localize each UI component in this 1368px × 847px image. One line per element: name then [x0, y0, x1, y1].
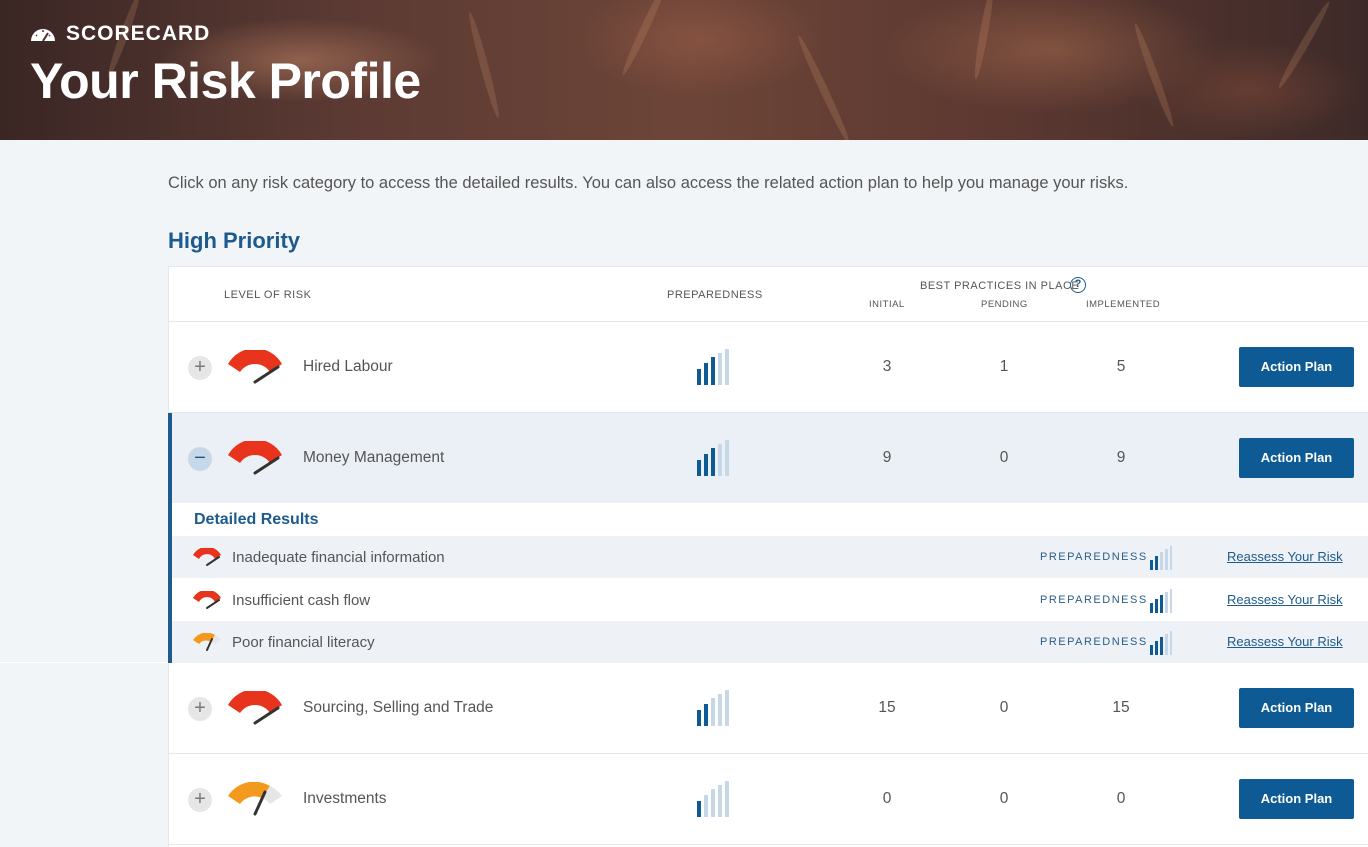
- intro-text: Click on any risk category to access the…: [168, 174, 1129, 192]
- speedometer-icon: [31, 29, 55, 42]
- collapse-icon[interactable]: −: [188, 447, 212, 471]
- col-best-practices: BEST PRACTICES IN PLACE: [920, 280, 1080, 292]
- col-implemented: IMPLEMENTED: [1086, 299, 1161, 310]
- signal-bars-icon: [1150, 546, 1172, 570]
- col-initial: INITIAL: [869, 299, 905, 310]
- signal-bars-icon: [1150, 589, 1172, 613]
- initial-count: 3: [882, 358, 892, 375]
- table-row[interactable]: + Sourcing, Selling and Trade 15 0 15 Ac…: [169, 663, 1368, 754]
- signal-bars-icon: [1150, 631, 1172, 655]
- risk-detail-name: Insufficient cash flow: [232, 592, 371, 609]
- risk-gauge-icon: [228, 782, 282, 816]
- pending-count: 1: [999, 358, 1009, 375]
- pending-count: 0: [999, 790, 1009, 807]
- signal-bars-icon: [697, 690, 729, 726]
- initial-count: 9: [882, 449, 892, 466]
- detailed-results: Detailed Results Inadequate financial in…: [168, 503, 1368, 663]
- expand-icon[interactable]: +: [188, 356, 212, 380]
- implemented-count: 0: [1116, 790, 1126, 807]
- risk-name[interactable]: Sourcing, Selling and Trade: [303, 699, 493, 717]
- action-plan-button[interactable]: Action Plan: [1239, 438, 1354, 478]
- risk-detail-name: Inadequate financial information: [232, 549, 445, 566]
- preparedness-label: PREPAREDNESS: [1040, 551, 1148, 563]
- risk-table: LEVEL OF RISK PREPAREDNESS BEST PRACTICE…: [168, 266, 1368, 847]
- expand-icon[interactable]: +: [188, 697, 212, 721]
- risk-gauge-icon: [193, 633, 221, 651]
- section-title: High Priority: [168, 228, 301, 253]
- signal-bars-icon: [697, 440, 729, 476]
- risk-name[interactable]: Hired Labour: [303, 358, 393, 376]
- initial-count: 15: [878, 699, 896, 716]
- reassess-link[interactable]: Reassess Your Risk: [1227, 549, 1343, 564]
- details-title: Detailed Results: [194, 511, 319, 528]
- list-item[interactable]: Poor financial literacy PREPAREDNESS Rea…: [172, 621, 1368, 663]
- divider: [0, 662, 168, 663]
- scorecard-text: SCORECARD: [66, 22, 211, 45]
- signal-bars-icon: [697, 349, 729, 385]
- implemented-count: 5: [1116, 358, 1126, 375]
- signal-bars-icon: [697, 781, 729, 817]
- expand-icon[interactable]: +: [188, 788, 212, 812]
- table-header: LEVEL OF RISK PREPAREDNESS BEST PRACTICE…: [169, 267, 1368, 322]
- list-item[interactable]: Inadequate financial information PREPARE…: [172, 536, 1368, 578]
- hero-banner: SCORECARD Your Risk Profile: [0, 0, 1368, 140]
- risk-gauge-icon: [193, 548, 221, 566]
- preparedness-label: PREPAREDNESS: [1040, 594, 1148, 606]
- action-plan-button[interactable]: Action Plan: [1239, 779, 1354, 819]
- action-plan-button[interactable]: Action Plan: [1239, 688, 1354, 728]
- risk-gauge-icon: [228, 350, 282, 384]
- risk-gauge-icon: [228, 441, 282, 475]
- col-level-of-risk: LEVEL OF RISK: [224, 289, 312, 301]
- implemented-count: 9: [1116, 449, 1126, 466]
- preparedness-label: PREPAREDNESS: [1040, 636, 1148, 648]
- page-title: Your Risk Profile: [30, 53, 421, 109]
- pending-count: 0: [999, 449, 1009, 466]
- table-row[interactable]: − Money Management 9 0 9 Action Plan: [168, 413, 1368, 504]
- risk-detail-name: Poor financial literacy: [232, 634, 375, 651]
- risk-gauge-icon: [193, 591, 221, 609]
- risk-gauge-icon: [228, 691, 282, 725]
- reassess-link[interactable]: Reassess Your Risk: [1227, 634, 1343, 649]
- col-pending: PENDING: [981, 299, 1028, 310]
- table-row[interactable]: + Investments 0 0 0 Action Plan: [169, 754, 1368, 845]
- pending-count: 0: [999, 699, 1009, 716]
- initial-count: 0: [882, 790, 892, 807]
- implemented-count: 15: [1112, 699, 1130, 716]
- scorecard-label: SCORECARD: [30, 22, 210, 46]
- risk-name[interactable]: Investments: [303, 790, 387, 808]
- list-item[interactable]: Insufficient cash flow PREPAREDNESS Reas…: [172, 579, 1368, 621]
- table-row[interactable]: + Hired Labour 3 1 5 Action Plan: [169, 322, 1368, 413]
- risk-name[interactable]: Money Management: [303, 449, 444, 467]
- help-icon[interactable]: ?: [1070, 277, 1086, 293]
- action-plan-button[interactable]: Action Plan: [1239, 347, 1354, 387]
- col-preparedness: PREPAREDNESS: [667, 289, 763, 301]
- reassess-link[interactable]: Reassess Your Risk: [1227, 592, 1343, 607]
